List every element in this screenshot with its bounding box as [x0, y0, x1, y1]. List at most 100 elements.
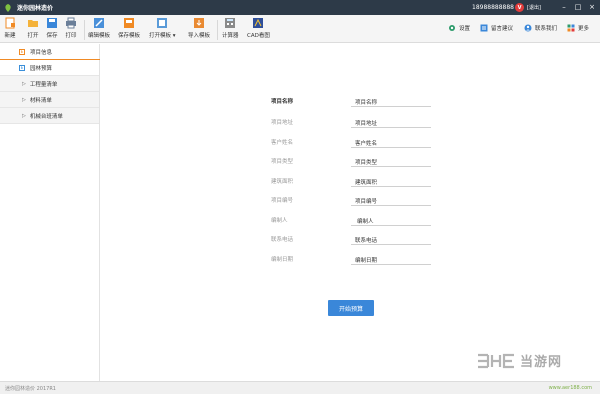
import-template-label: 导入模板 [188, 33, 211, 39]
sidebar-item-label: 机械台班清单 [29, 113, 63, 120]
minimize-icon[interactable]: – [560, 2, 568, 12]
feedback-button[interactable]: 留言建议 [480, 24, 513, 32]
cad-viewer-button[interactable]: CAD看图 [247, 17, 270, 42]
edit-template-icon [93, 17, 105, 29]
print-button-label: 打印 [65, 33, 77, 39]
contact-icon [524, 24, 532, 32]
sidebar-item-budget[interactable]: E 园林预算 [0, 60, 99, 76]
sidebar-item-label: 材料清单 [29, 97, 52, 104]
cad-viewer-label: CAD看图 [247, 33, 270, 39]
field-label: 编制人 [271, 218, 288, 224]
feedback-icon [480, 24, 488, 32]
edit-template-button[interactable]: 编辑模板 [88, 17, 110, 42]
status-bar: 迷你园林造价 2017R1 www.aer188.com [0, 381, 600, 394]
sidebar-item-project-info[interactable]: E 项目信息 [0, 44, 100, 60]
save-template-label: 保存模板 [118, 33, 141, 39]
building-area-input[interactable]: 建筑面积 [355, 178, 377, 186]
sidebar-item-bill-of-quantities[interactable]: ▷ 工程量清单 [0, 76, 99, 92]
toolbar: 新建 打开 保存 打印 编辑模板 保存模板 打开模板 ▾ 导入模板 计算器 CA… [0, 15, 600, 43]
field-underline [351, 166, 431, 167]
start-budget-button[interactable]: 开始预算 [328, 300, 374, 316]
vip-badge[interactable]: V [515, 3, 524, 12]
project-name-input[interactable]: 项目名称 [355, 98, 377, 106]
expand-arrow-icon[interactable]: ▷ [22, 97, 26, 103]
field-underline [351, 106, 431, 107]
new-button[interactable]: 新建 [4, 17, 16, 42]
sidebar: E 项目信息 E 园林预算 ▷ 工程量清单 ▷ 材料清单 ▷ 机械台班清单 [0, 44, 100, 381]
project-info-form: 项目名称 项目名称 项目地址 项目地址 客户姓名 客户姓名 项目类型 项目类型 … [101, 44, 600, 381]
title-bar: 迷你园林造价 18988888888 V [退出] – □ × [0, 0, 600, 15]
form-row-compiler: 编制人 编制人 [271, 216, 531, 226]
form-row-project-address: 项目地址 项目地址 [271, 118, 531, 128]
project-number-input[interactable]: 项目编号 [355, 197, 377, 205]
field-label: 联系电话 [271, 237, 294, 243]
field-underline [351, 186, 431, 187]
field-underline [351, 147, 431, 148]
project-type-input[interactable]: 项目类型 [355, 158, 377, 166]
field-label: 客户姓名 [271, 140, 294, 146]
expand-arrow-icon[interactable]: ▷ [22, 113, 26, 119]
save-template-button[interactable]: 保存模板 [118, 17, 140, 42]
feedback-label: 留言建议 [491, 26, 514, 32]
settings-label: 设置 [459, 26, 471, 32]
open-template-icon [156, 17, 168, 29]
close-icon[interactable]: × [588, 2, 596, 12]
field-label: 项目名称 [271, 99, 294, 105]
field-underline [351, 205, 431, 206]
watermark-logo-icon [478, 353, 514, 368]
save-icon [46, 17, 58, 29]
phone-input[interactable]: 联系电话 [355, 236, 377, 244]
calculator-button[interactable]: 计算器 [222, 17, 239, 42]
sidebar-item-label: 工程量清单 [29, 81, 58, 88]
field-label: 项目编号 [271, 198, 294, 204]
more-button[interactable]: 更多 [567, 24, 589, 32]
calculator-icon [224, 17, 236, 29]
expand-arrow-icon[interactable]: ▷ [22, 81, 26, 87]
customer-name-input[interactable]: 客户姓名 [355, 139, 377, 147]
compiler-input[interactable]: 编制人 [357, 217, 374, 225]
sidebar-item-label: 项目信息 [30, 49, 53, 56]
form-row-project-type: 项目类型 项目类型 [271, 157, 531, 167]
print-button[interactable]: 打印 [65, 17, 77, 42]
maximize-icon[interactable]: □ [574, 2, 582, 12]
form-row-building-area: 建筑面积 建筑面积 [271, 177, 531, 187]
field-label: 编制日期 [271, 257, 294, 263]
field-label: 建筑面积 [271, 179, 294, 185]
settings-button[interactable]: 设置 [448, 24, 470, 32]
open-button[interactable]: 打开 [27, 17, 39, 42]
window-controls: – □ × [560, 2, 596, 12]
watermark-text: 当游网 [520, 355, 563, 370]
print-icon [65, 17, 77, 29]
compile-date-input[interactable]: 编制日期 [355, 256, 377, 264]
save-button[interactable]: 保存 [46, 17, 58, 42]
contact-button[interactable]: 联系我们 [524, 24, 557, 32]
watermark: 当游网 [476, 351, 562, 370]
more-icon [567, 24, 575, 32]
open-folder-icon [27, 17, 39, 29]
field-label: 项目地址 [271, 120, 294, 126]
form-row-project-number: 项目编号 项目编号 [271, 196, 531, 206]
new-file-icon [4, 17, 16, 29]
app-logo-icon [3, 3, 13, 13]
edit-template-label: 编辑模板 [88, 33, 111, 39]
contact-label: 联系我们 [535, 26, 558, 32]
open-template-label: 打开模板 ▾ [149, 33, 176, 39]
save-button-label: 保存 [46, 33, 58, 39]
toolbar-divider [84, 20, 85, 40]
status-text: 迷你园林造价 2017R1 [5, 386, 56, 392]
user-phone: 18988888888 [472, 4, 514, 11]
field-underline [351, 264, 431, 265]
calculator-label: 计算器 [222, 33, 239, 39]
budget-icon: E [19, 64, 25, 71]
open-button-label: 打开 [27, 33, 39, 39]
logout-link[interactable]: [退出] [527, 4, 541, 11]
cad-viewer-icon [252, 17, 264, 29]
sidebar-item-materials[interactable]: ▷ 材料清单 [0, 92, 99, 108]
project-address-input[interactable]: 项目地址 [355, 119, 377, 127]
sidebar-item-machinery[interactable]: ▷ 机械台班清单 [0, 108, 99, 124]
new-button-label: 新建 [4, 33, 16, 39]
open-template-button[interactable]: 打开模板 ▾ [149, 17, 176, 42]
import-template-icon [193, 17, 205, 29]
import-template-button[interactable]: 导入模板 [188, 17, 210, 42]
form-row-compile-date: 编制日期 编制日期 [271, 255, 531, 265]
